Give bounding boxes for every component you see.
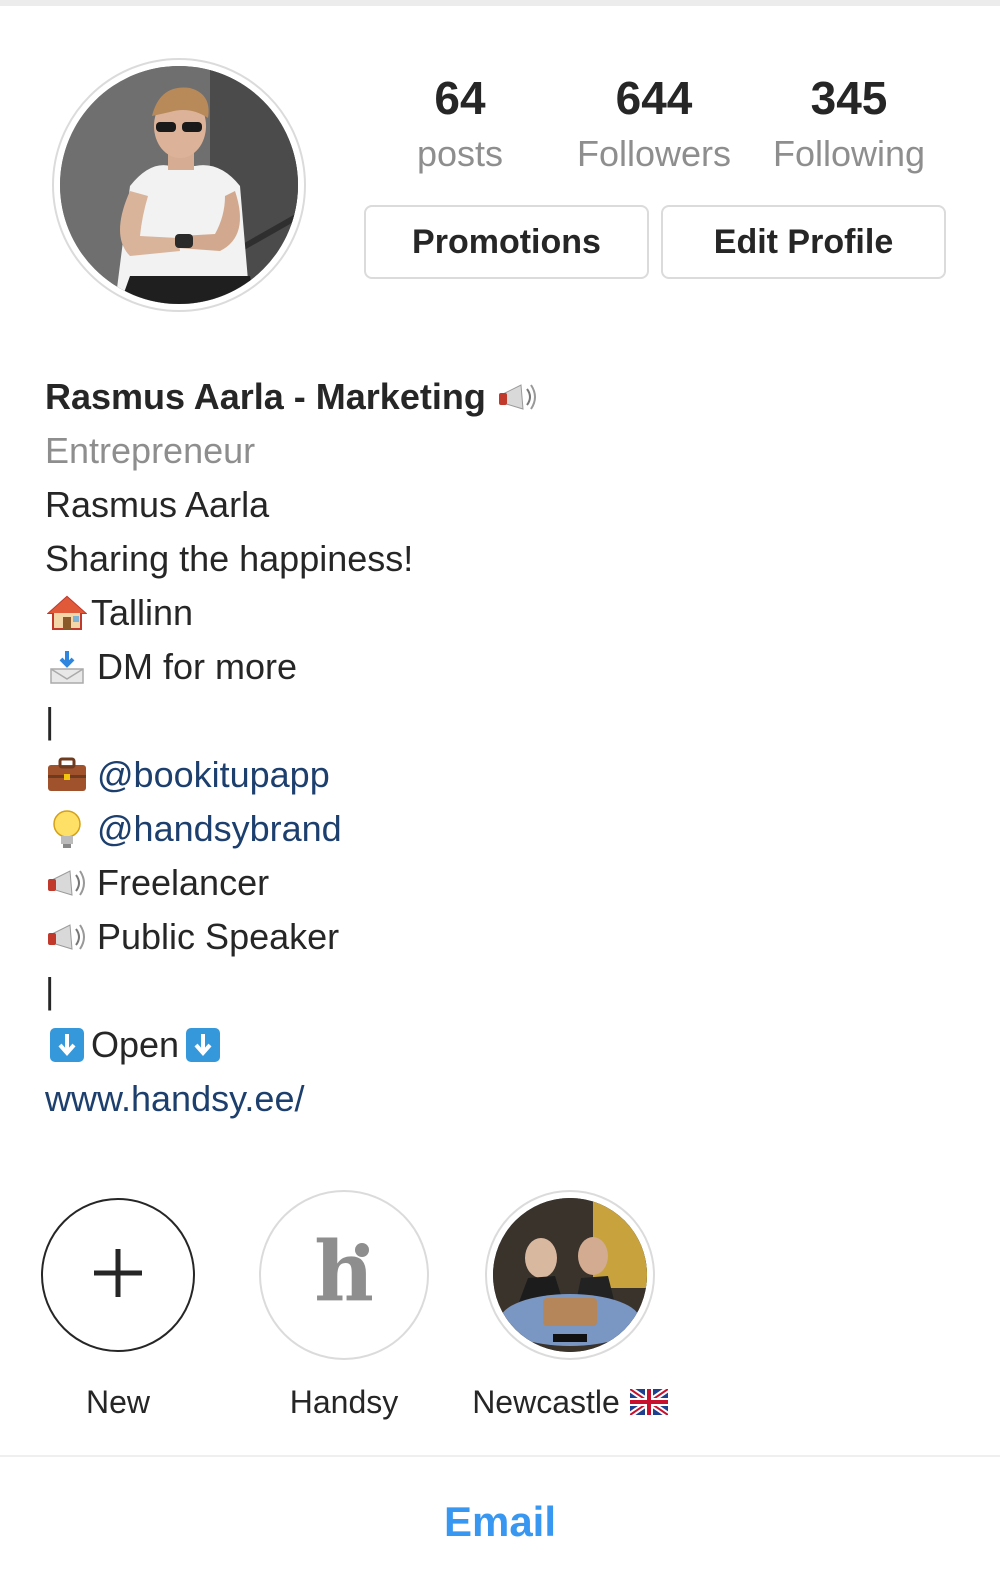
divider — [0, 1455, 1000, 1457]
profile-photo — [60, 66, 298, 304]
bio-location: Tallinn — [91, 592, 194, 633]
followers-label[interactable]: Followers — [559, 130, 749, 178]
bio-dm-line: DM for more — [45, 640, 945, 694]
briefcase-icon — [45, 753, 89, 797]
mention-bookitupapp[interactable]: @bookitupapp — [97, 748, 330, 802]
bio-mention-line-1: @bookitupapp — [45, 748, 945, 802]
display-name: Rasmus Aarla - Marketing — [45, 376, 486, 417]
bio-role-freelancer: Freelancer — [97, 862, 270, 903]
highlight-label: Handsy — [289, 1384, 399, 1420]
bio-role-line-1: Freelancer — [45, 856, 945, 910]
bio-tagline: Sharing the happiness! — [45, 538, 414, 579]
highlight-label-row: Newcastle — [470, 1382, 670, 1422]
bio-open-line: Open — [45, 1018, 945, 1072]
house-icon — [45, 591, 89, 635]
bio-open: Open — [91, 1024, 180, 1065]
highlight-handsy[interactable]: h Handsy — [244, 1190, 444, 1422]
highlight-new[interactable]: New — [18, 1190, 218, 1422]
uk-flag-icon — [629, 1389, 668, 1415]
inbox-tray-icon — [45, 645, 89, 689]
profile-bio: Rasmus Aarla - Marketing Entrepreneur Ra… — [45, 370, 945, 1126]
newcastle-highlight-circle[interactable] — [485, 1190, 655, 1360]
megaphone-icon — [45, 915, 89, 959]
megaphone-icon — [45, 861, 89, 905]
edit-profile-button[interactable]: Edit Profile — [661, 205, 946, 279]
following-stat[interactable]: 345 Following — [754, 70, 944, 178]
plus-icon — [90, 1245, 146, 1306]
lightbulb-icon — [45, 807, 89, 851]
svg-text:h: h — [314, 1228, 374, 1318]
down-arrow-icon — [181, 1023, 225, 1067]
handsy-logo: h — [304, 1224, 384, 1323]
highlight-newcastle[interactable]: Newcastle — [470, 1190, 670, 1422]
bio-dm: DM for more — [97, 646, 298, 687]
newcastle-highlight-photo — [493, 1198, 647, 1352]
website-link[interactable]: www.handsy.ee/ — [45, 1072, 945, 1126]
down-arrow-icon — [45, 1023, 89, 1067]
bio-role-public-speaker: Public Speaker — [97, 916, 340, 957]
following-label[interactable]: Following — [754, 130, 944, 178]
display-name-line: Rasmus Aarla - Marketing — [45, 370, 945, 424]
megaphone-icon — [496, 375, 540, 419]
bio-separator-2: | — [45, 970, 55, 1011]
followers-count[interactable]: 644 — [559, 70, 749, 126]
category-label: Entrepreneur — [45, 430, 256, 471]
following-count[interactable]: 345 — [754, 70, 944, 126]
highlight-label: New — [85, 1384, 150, 1420]
handsy-highlight-circle[interactable]: h — [259, 1190, 429, 1360]
followers-stat[interactable]: 644 Followers — [559, 70, 749, 178]
posts-stat: 64 posts — [365, 70, 555, 178]
bio-role-line-2: Public Speaker — [45, 910, 945, 964]
bio-separator-1: | — [45, 700, 55, 741]
promotions-button[interactable]: Promotions — [364, 205, 649, 279]
mention-handsybrand[interactable]: @handsybrand — [97, 802, 342, 856]
posts-label: posts — [416, 133, 504, 174]
top-strip — [0, 0, 1000, 6]
bio-mention-line-2: @handsybrand — [45, 802, 945, 856]
profile-picture[interactable] — [52, 58, 306, 312]
highlight-label: Newcastle — [472, 1384, 620, 1420]
bio-location-line: Tallinn — [45, 586, 945, 640]
email-button[interactable]: Email — [0, 1490, 1000, 1554]
new-highlight-circle[interactable] — [41, 1198, 195, 1352]
posts-count: 64 — [434, 72, 486, 124]
bio-full-name: Rasmus Aarla — [45, 484, 270, 525]
